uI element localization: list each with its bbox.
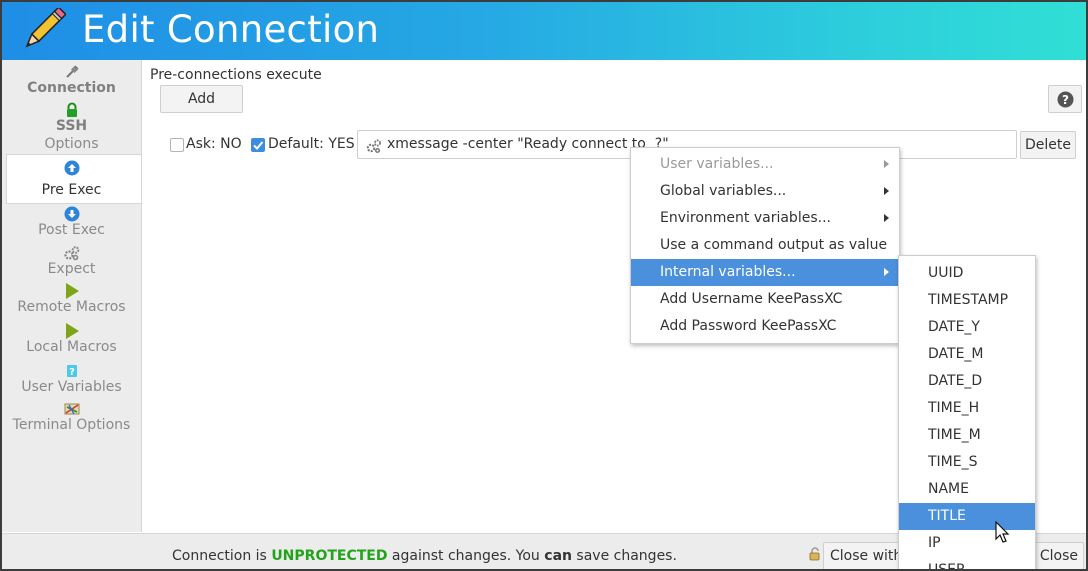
gears-icon: [63, 246, 79, 261]
ask-label: Ask: NO: [186, 136, 242, 152]
status-prefix: Connection is: [172, 548, 272, 564]
help-button[interactable]: ?: [1048, 85, 1082, 113]
menu-item-label: Environment variables...: [660, 210, 831, 226]
arrow-down-circle-icon: [64, 206, 79, 222]
submenu-item[interactable]: DATE_D: [899, 368, 1035, 395]
menu-item-add-username-keepassxc[interactable]: Add Username KeePassXC: [631, 286, 899, 313]
arrow-up-circle-icon: [64, 160, 79, 176]
ask-checkbox[interactable]: [170, 138, 184, 152]
lock-icon: [66, 102, 77, 117]
window-header: Edit Connection: [2, 2, 1086, 60]
status-message: Connection is UNPROTECTED against change…: [172, 548, 677, 564]
command-value: xmessage -center "Ready connect to ?": [387, 136, 669, 152]
sidebar-item-label: Post Exec: [38, 222, 105, 238]
sidebar-item-post-exec[interactable]: Post Exec: [2, 206, 141, 239]
submenu-arrow-icon: [884, 214, 889, 222]
close-without-saving-button[interactable]: Close with: [823, 542, 905, 569]
submenu-item[interactable]: DATE_M: [899, 341, 1035, 368]
submenu-item[interactable]: TIME_H: [899, 395, 1035, 422]
sidebar-item-label: Pre Exec: [41, 182, 102, 198]
context-menu: User variables... Global variables... En…: [630, 147, 900, 344]
sidebar-item-label: Remote Macros: [17, 299, 126, 315]
sidebar-item-local-macros[interactable]: Local Macros: [2, 323, 141, 356]
svg-text:?: ?: [69, 367, 75, 378]
gears-icon: [366, 139, 381, 154]
submenu-item[interactable]: TIME_S: [899, 449, 1035, 476]
submenu-item[interactable]: TIMESTAMP: [899, 287, 1035, 314]
menu-item-label: Global variables...: [660, 183, 787, 199]
submenu-arrow-icon: [884, 187, 889, 195]
menu-item-internal-variables[interactable]: Internal variables...: [631, 259, 899, 286]
menu-item-label: Use a command output as value: [660, 237, 888, 253]
sidebar-item-expect[interactable]: Expect: [2, 245, 141, 278]
sidebar-item-label: Connection: [27, 80, 116, 96]
sidebar-item-user-variables[interactable]: ? User Variables: [2, 363, 141, 396]
window-title: Edit Connection: [82, 8, 380, 51]
plug-icon: [65, 65, 79, 78]
sidebar-item-label: Expect: [47, 261, 96, 277]
submenu-item[interactable]: USER: [899, 557, 1035, 569]
delete-button[interactable]: Delete: [1020, 131, 1076, 159]
submenu-arrow-icon: [884, 160, 889, 168]
section-label: Pre-connections execute: [150, 67, 322, 83]
sidebar: Connection SSH Options Pre Exec Post Exe…: [2, 60, 142, 532]
status-badge: UNPROTECTED: [271, 548, 388, 564]
menu-item-add-password-keepassxc[interactable]: Add Password KeePassXC: [631, 313, 899, 340]
submenu-item-selected[interactable]: TITLE: [899, 503, 1035, 530]
menu-item-label: User variables...: [660, 156, 774, 172]
play-icon: [65, 283, 79, 299]
sidebar-item-label: User Variables: [21, 379, 122, 395]
submenu-arrow-icon: [884, 268, 889, 276]
sidebar-item-pre-exec[interactable]: Pre Exec: [2, 160, 141, 199]
default-label: Default: YES: [268, 136, 355, 152]
status-middle: against changes. You: [387, 548, 545, 564]
menu-item-label: Add Username KeePassXC: [660, 291, 843, 307]
submenu-item[interactable]: TIME_M: [899, 422, 1035, 449]
menu-item-environment-variables[interactable]: Environment variables...: [631, 205, 899, 232]
status-suffix: save changes.: [571, 548, 677, 564]
menu-item-user-variables[interactable]: User variables...: [631, 151, 899, 178]
submenu-item[interactable]: NAME: [899, 476, 1035, 503]
unlock-icon: [809, 547, 820, 561]
menu-item-global-variables[interactable]: Global variables...: [631, 178, 899, 205]
status-can: can: [544, 548, 572, 564]
mouse-cursor-icon: [995, 521, 1010, 543]
question-box-icon: ?: [66, 365, 77, 378]
checkmark-icon: [253, 141, 264, 150]
sidebar-item-ssh[interactable]: SSH: [2, 102, 141, 135]
svg-text:?: ?: [1062, 93, 1069, 107]
terminal-options-icon: [64, 403, 79, 415]
sidebar-item-label: SSH: [55, 118, 88, 134]
sidebar-item-label: Terminal Options: [12, 417, 131, 433]
internal-variables-submenu: UUID TIMESTAMP DATE_Y DATE_M DATE_D TIME…: [898, 255, 1036, 569]
sidebar-item-label: Options: [44, 136, 99, 152]
menu-item-command-output[interactable]: Use a command output as value: [631, 232, 899, 259]
play-icon: [65, 323, 79, 339]
sidebar-item-label: Local Macros: [26, 339, 117, 355]
submenu-item[interactable]: IP: [899, 530, 1035, 557]
edit-connection-window: Edit Connection Connection SSH Options P…: [0, 0, 1088, 571]
help-icon: ?: [1057, 91, 1074, 108]
default-checkbox[interactable]: [251, 138, 265, 152]
menu-item-label: Internal variables...: [660, 264, 796, 280]
submenu-item[interactable]: UUID: [899, 260, 1035, 287]
menu-item-label: Add Password KeePassXC: [660, 318, 837, 334]
sidebar-item-remote-macros[interactable]: Remote Macros: [2, 283, 141, 316]
pencil-icon: [25, 8, 66, 48]
sidebar-item-connection[interactable]: Connection: [2, 64, 141, 97]
submenu-item[interactable]: DATE_Y: [899, 314, 1035, 341]
sidebar-item-terminal-options[interactable]: Terminal Options: [2, 401, 141, 434]
sidebar-item-options[interactable]: Options: [2, 136, 141, 153]
add-button[interactable]: Add: [160, 85, 243, 113]
